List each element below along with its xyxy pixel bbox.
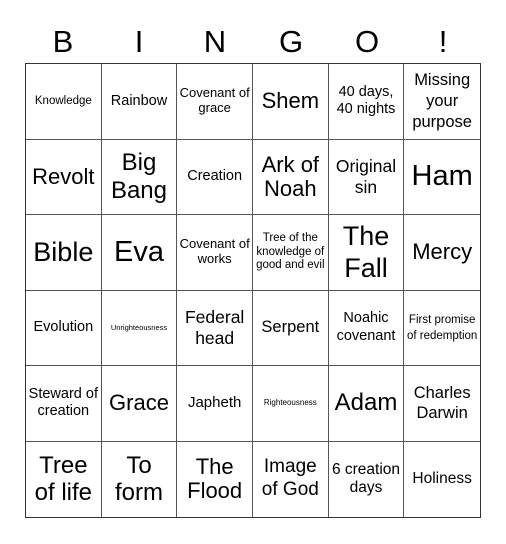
bingo-cell[interactable]: Tree of life (26, 441, 102, 517)
bingo-cell[interactable]: Evolution (26, 290, 102, 366)
bingo-cell[interactable]: Mercy (404, 215, 480, 291)
bingo-cell[interactable]: Tree of the knowledge of good and evil (252, 215, 329, 291)
bingo-cell[interactable]: Creation (177, 139, 253, 215)
bingo-cell[interactable]: Ark of Noah (252, 139, 329, 215)
bingo-cell[interactable]: Japheth (177, 366, 253, 442)
bingo-cell[interactable]: First promise of redemption (404, 291, 480, 366)
bingo-cell[interactable]: Rainbow (101, 64, 178, 140)
header-letter-exclamation: ! (438, 24, 448, 59)
bingo-cell[interactable]: Image of God (253, 441, 329, 517)
bingo-header: B I N G O ! (25, 22, 481, 62)
bingo-cell[interactable]: The Flood (177, 441, 253, 517)
header-letter-n: N (203, 24, 227, 59)
bingo-cell[interactable]: Covenant of works (177, 215, 253, 291)
bingo-cell[interactable]: Righteousness (252, 366, 329, 442)
bingo-cell[interactable]: Serpent (252, 290, 329, 366)
bingo-cell[interactable]: Big Bang (101, 139, 178, 215)
header-letter-g: G (278, 24, 304, 59)
header-letter-o: O (354, 24, 380, 59)
bingo-cell[interactable]: Holiness (404, 442, 480, 518)
bingo-cell[interactable]: Covenant of grace (177, 64, 253, 140)
bingo-cell[interactable]: Eva (101, 215, 178, 291)
bingo-cell[interactable]: The Fall (328, 215, 405, 291)
bingo-cell[interactable]: Bible (26, 215, 102, 291)
bingo-cell[interactable]: Shem (252, 64, 329, 140)
bingo-cell[interactable]: Charles Darwin (404, 366, 480, 442)
bingo-cell[interactable]: Noahic covenant (328, 290, 405, 366)
bingo-cell[interactable]: 6 creation days (329, 441, 405, 517)
bingo-cell[interactable]: Adam (328, 366, 405, 442)
bingo-cell[interactable]: Federal head (177, 290, 253, 366)
bingo-board: Knowledge Rainbow Covenant of grace Shem… (25, 63, 481, 518)
bingo-cell[interactable]: To form (102, 441, 178, 517)
header-letter-b: B (52, 24, 74, 59)
header-letter-i: I (134, 24, 144, 59)
bingo-cell[interactable]: Knowledge (26, 64, 102, 140)
bingo-cell[interactable]: 40 days, 40 nights (328, 64, 405, 140)
bingo-cell[interactable]: Grace (101, 366, 178, 442)
bingo-cell[interactable]: Missing your purpose (404, 64, 480, 140)
bingo-cell[interactable]: Revolt (26, 139, 102, 215)
bingo-cell[interactable]: Ham (404, 140, 480, 215)
bingo-cell[interactable]: Steward of creation (26, 366, 102, 442)
bingo-cell[interactable]: Unrighteousness (101, 290, 178, 366)
bingo-cell[interactable]: Original sin (328, 139, 405, 215)
